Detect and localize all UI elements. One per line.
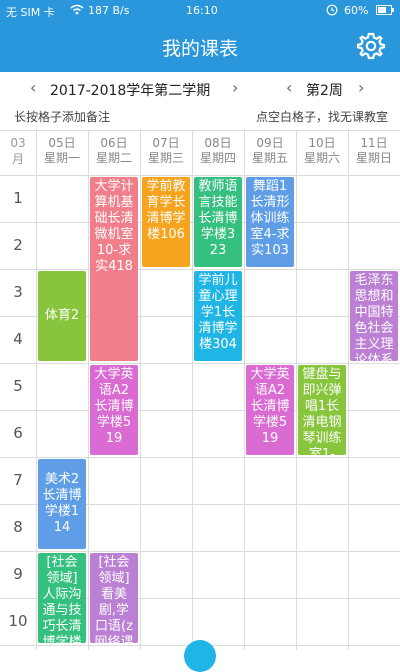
- course-block[interactable]: 大学计算机基础长清微机室10-求实418: [90, 177, 138, 361]
- prev-term-chevron-left-icon[interactable]: ‹: [30, 78, 36, 97]
- day-header: 08日 星期四: [192, 136, 244, 166]
- wifi-icon: [70, 4, 84, 18]
- day-header: 11日 星期日: [348, 136, 400, 166]
- floating-action-button[interactable]: [184, 640, 216, 672]
- add-note-hint: 长按格子添加备注: [14, 110, 111, 124]
- day-date: 06日: [100, 136, 128, 150]
- period-number: 10: [8, 612, 28, 630]
- grid-line: [296, 130, 297, 650]
- day-date: 08日: [204, 136, 232, 150]
- course-block[interactable]: 学前教育学长清博学楼106: [142, 177, 190, 267]
- period-number: 1: [13, 189, 23, 207]
- month-number: 03: [10, 136, 26, 150]
- course-block[interactable]: 教师语言技能长清博学楼323: [194, 177, 242, 267]
- battery-level: 60%: [344, 4, 369, 17]
- day-weekday: 星期四: [199, 151, 236, 165]
- grid-line: [348, 130, 349, 650]
- day-date: 10日: [308, 136, 336, 150]
- grid-line: [0, 130, 400, 131]
- clock: 16:10: [186, 4, 218, 17]
- course-block[interactable]: 大学英语A2长清博学楼519: [90, 365, 138, 455]
- grid-line: [0, 175, 400, 176]
- grid-line: [36, 130, 37, 650]
- period-number: 9: [13, 565, 23, 583]
- day-date: 07日: [152, 136, 180, 150]
- course-block[interactable]: 键盘与即兴弹唱1长清电钢琴训练室1-: [298, 365, 346, 455]
- course-block[interactable]: 体育2: [38, 271, 86, 361]
- day-weekday: 星期六: [303, 151, 340, 165]
- month-unit: 月: [11, 152, 24, 166]
- page-title: 我的课表: [161, 38, 238, 60]
- prev-week-chevron-left-icon[interactable]: ‹: [286, 78, 292, 97]
- battery-icon: [376, 5, 394, 18]
- day-weekday: 星期二: [95, 151, 132, 165]
- grid-line: [0, 363, 400, 364]
- next-term-chevron-right-icon[interactable]: ›: [232, 78, 238, 97]
- day-date: 09日: [256, 136, 284, 150]
- course-block[interactable]: 毛泽东思想和中国特色社会主义理论体系: [350, 271, 398, 361]
- course-block[interactable]: 学前儿童心理学1长清博学楼304: [194, 271, 242, 361]
- course-block[interactable]: 大学英语A2长清博学楼519: [246, 365, 294, 455]
- app-header: 我的课表: [0, 22, 400, 72]
- day-header: 06日 星期二: [88, 136, 140, 166]
- grid-line: [0, 269, 400, 270]
- carrier-text: 无 SIM 卡: [6, 6, 55, 19]
- course-block[interactable]: 美术2长清博学楼114: [38, 459, 86, 549]
- term-week-bar: ‹ 2017-2018学年第二学期 › ‹ 第2周 ›: [0, 76, 400, 102]
- course-block[interactable]: [社会领域]看美剧,学口语(z网络课程): [90, 553, 138, 643]
- day-weekday: 星期一: [43, 151, 80, 165]
- day-header: 10日 星期六: [296, 136, 348, 166]
- timetable-grid: 03 月 05日 星期一 06日 星期二 07日 星期三 08日 星期四 09日 星期五 10日 星期…: [0, 130, 400, 650]
- status-bar: 无 SIM 卡 187 B/s 16:10 60%: [0, 0, 400, 22]
- course-block[interactable]: [社会领域]人际沟通与技巧长清博学楼文楼: [38, 553, 86, 643]
- network-speed: 187 B/s: [88, 4, 130, 17]
- day-date: 11日: [360, 136, 388, 150]
- grid-line: [0, 551, 400, 552]
- grid-line: [88, 130, 89, 650]
- gear-icon[interactable]: [356, 31, 386, 61]
- course-block[interactable]: 舞蹈1长清形体训练室4-求实103: [246, 177, 294, 267]
- day-weekday: 星期三: [147, 151, 184, 165]
- day-header: 09日 星期五: [244, 136, 296, 166]
- day-date: 05日: [48, 136, 76, 150]
- alarm-icon: [326, 4, 338, 19]
- period-number: 5: [13, 377, 23, 395]
- grid-line: [244, 130, 245, 650]
- day-weekday: 星期五: [251, 151, 288, 165]
- period-number: 4: [13, 330, 23, 348]
- next-week-chevron-right-icon[interactable]: ›: [358, 78, 364, 97]
- period-number: 6: [13, 424, 23, 442]
- period-number: 3: [13, 283, 23, 301]
- day-weekday: 星期日: [355, 151, 392, 165]
- hint-bar: 长按格子添加备注 点空白格子，找无课教室: [0, 106, 400, 126]
- week-selector[interactable]: 第2周: [306, 80, 343, 100]
- grid-line: [0, 457, 400, 458]
- period-number: 2: [13, 236, 23, 254]
- grid-line: [140, 130, 141, 650]
- grid-line: [192, 130, 193, 650]
- day-header: 07日 星期三: [140, 136, 192, 166]
- day-header: 05日 星期一: [36, 136, 88, 166]
- free-classroom-hint: 点空白格子，找无课教室: [255, 110, 388, 124]
- period-number: 8: [13, 518, 23, 536]
- term-selector[interactable]: 2017-2018学年第二学期: [50, 80, 210, 100]
- period-number: 7: [13, 471, 23, 489]
